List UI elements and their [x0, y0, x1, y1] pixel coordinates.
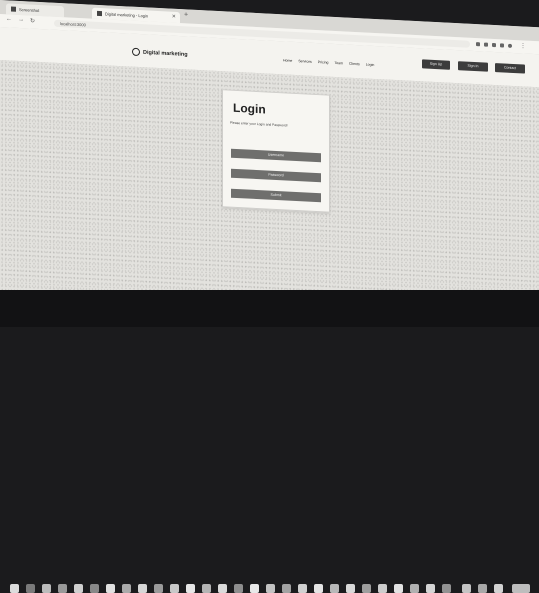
tab-label: Digital marketing - Login [105, 11, 149, 19]
forward-arrow-icon[interactable]: → [18, 17, 24, 23]
app-icon[interactable] [202, 584, 211, 593]
reload-icon[interactable]: ↻ [30, 18, 35, 25]
app-icon[interactable] [170, 584, 179, 593]
login-subtitle: Please enter your Login and Password! [230, 120, 288, 128]
extension-icon[interactable] [484, 42, 488, 47]
app-icon[interactable] [234, 584, 243, 593]
back-arrow-icon[interactable]: ← [6, 16, 12, 22]
app-icon[interactable] [138, 584, 147, 593]
site-logo[interactable]: Digital marketing [132, 47, 188, 59]
nav-link-home[interactable]: Home [283, 58, 292, 62]
new-tab-button[interactable]: + [184, 11, 188, 18]
tab-favicon-icon [97, 11, 102, 17]
nav-link-services[interactable]: Services [298, 59, 311, 64]
nav-link-login[interactable]: Login [366, 63, 375, 67]
app-icon[interactable] [154, 584, 163, 593]
app-icon[interactable] [410, 584, 419, 593]
app-icon[interactable] [282, 584, 291, 593]
extension-icon[interactable] [500, 43, 504, 48]
monitor-screen: Screenshot Digital marketing - Login ✕ +… [0, 0, 539, 326]
username-field[interactable]: Username [231, 148, 321, 163]
taskbar [0, 290, 539, 593]
system-tray-icon[interactable] [462, 584, 471, 593]
nav-contact-button[interactable]: Contact [495, 63, 525, 74]
app-icon[interactable] [346, 584, 355, 593]
password-field[interactable]: Password [231, 168, 321, 183]
nav-links: Home Services Pricing Team Clients Login [283, 58, 380, 67]
browser-menu-icon[interactable]: ⋮ [520, 42, 526, 49]
system-tray-icon[interactable] [494, 584, 503, 593]
clock-icon[interactable] [512, 584, 530, 593]
app-icon[interactable] [58, 584, 67, 593]
search-icon[interactable] [26, 584, 35, 593]
extension-icon[interactable] [492, 42, 496, 48]
profile-avatar-icon[interactable] [508, 43, 512, 48]
login-card: Login Please enter your Login and Passwo… [222, 89, 330, 213]
nav-signup-button[interactable]: Sign Up [422, 59, 450, 70]
app-icon[interactable] [442, 584, 451, 593]
app-icon[interactable] [426, 584, 435, 593]
app-icon[interactable] [218, 584, 227, 593]
close-tab-icon[interactable]: ✕ [172, 12, 176, 23]
login-title: Login [233, 100, 266, 117]
tab-favicon-icon [11, 6, 16, 13]
app-icon[interactable] [394, 584, 403, 593]
app-icon[interactable] [298, 584, 307, 593]
brand-name: Digital marketing [143, 49, 188, 58]
nav-link-clients[interactable]: Clients [349, 62, 360, 67]
extension-icon[interactable] [476, 42, 480, 47]
nav-signin-button[interactable]: Sign In [458, 61, 488, 72]
app-icon[interactable] [330, 584, 339, 593]
start-menu-icon[interactable] [10, 584, 19, 593]
app-icon[interactable] [90, 584, 99, 593]
app-icon[interactable] [74, 584, 83, 593]
app-icon[interactable] [250, 584, 259, 593]
app-icon[interactable] [186, 584, 195, 593]
submit-button[interactable]: Submit [231, 188, 321, 203]
nav-link-team[interactable]: Team [334, 61, 343, 65]
url-text: localhost:3000 [60, 21, 86, 28]
app-icon[interactable] [266, 584, 275, 593]
nav-link-pricing[interactable]: Pricing [318, 60, 329, 65]
app-icon[interactable] [42, 584, 51, 593]
app-icon[interactable] [106, 584, 115, 593]
app-icon[interactable] [314, 584, 323, 593]
system-tray-icon[interactable] [478, 584, 487, 593]
app-icon[interactable] [362, 584, 371, 593]
brand-logo-icon [132, 47, 140, 57]
app-icon[interactable] [122, 584, 131, 593]
app-icon[interactable] [378, 584, 387, 593]
tab-label: Screenshot [19, 6, 40, 13]
